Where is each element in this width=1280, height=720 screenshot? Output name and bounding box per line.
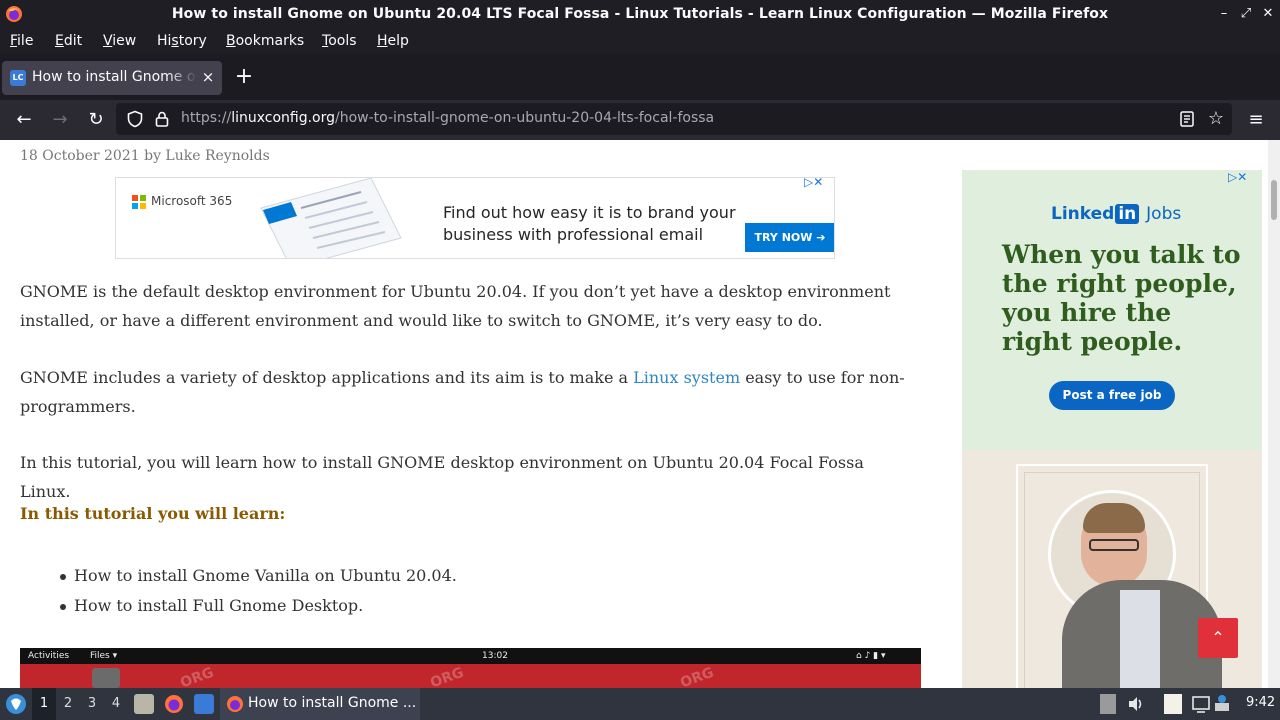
minimize-button[interactable]: – <box>1214 4 1234 24</box>
gnome-activities-label: Activities <box>28 651 70 661</box>
reader-view-icon[interactable] <box>1178 110 1196 128</box>
dock-icon <box>92 668 120 688</box>
list-item: How to install Gnome Vanilla on Ubuntu 2… <box>60 561 457 591</box>
menu-help[interactable]: Help <box>377 33 409 49</box>
tab-active[interactable]: LC How to install Gnome on Ubuntu 20.04 … <box>2 61 222 95</box>
file-manager-launcher-icon[interactable] <box>134 694 154 714</box>
watermark: ORG <box>678 664 716 688</box>
portrait-hair <box>1083 503 1145 533</box>
ad-headline: Find out how easy it is to brand your bu… <box>443 203 736 244</box>
web-page-content: 18 October 2021 by Luke Reynolds Microso… <box>0 140 1268 688</box>
tab-title: How to install Gnome on Ubuntu 20.04 LTS… <box>32 69 197 85</box>
learn-heading: In this tutorial you will learn: <box>20 504 286 523</box>
linux-system-link[interactable]: Linux system <box>633 368 740 387</box>
url-bar[interactable]: https://linuxconfig.org/how-to-install-g… <box>116 103 1232 135</box>
paragraph-tutorial: In this tutorial, you will learn how to … <box>20 453 864 501</box>
taskbar-task-firefox[interactable]: How to install Gnome ... <box>220 688 420 720</box>
adchoices-icon[interactable]: ▷✕ <box>1228 170 1247 184</box>
firefox-icon <box>227 696 243 712</box>
watermark: ORG <box>428 664 466 688</box>
site-favicon-icon: LC <box>10 70 26 86</box>
article-screenshot-image: Activities Files ▾ 13:02 ⌂ ♪ ▮ ▾ ORG ORG… <box>20 648 921 688</box>
workspace-4[interactable]: 4 <box>104 688 128 720</box>
learn-list: How to install Gnome Vanilla on Ubuntu 2… <box>60 561 457 621</box>
window-title: How to install Gnome on Ubuntu 20.04 LTS… <box>171 6 1109 22</box>
firefox-launcher-icon[interactable] <box>164 694 184 714</box>
try-now-button[interactable]: TRY NOW ➔ <box>745 223 834 252</box>
volume-icon[interactable] <box>1126 694 1146 714</box>
window-titlebar: How to install Gnome on Ubuntu 20.04 LTS… <box>0 0 1280 29</box>
network-tray-icon[interactable] <box>1212 694 1232 714</box>
menu-file[interactable]: File <box>10 33 33 49</box>
desktop-launcher-icon[interactable] <box>194 694 214 714</box>
article-byline: 18 October 2021 by Luke Reynolds <box>20 148 270 164</box>
lock-icon[interactable] <box>153 110 171 128</box>
maximize-button[interactable]: ⤢ <box>1236 4 1256 24</box>
workspace-2[interactable]: 2 <box>56 688 80 720</box>
portrait-glasses <box>1089 539 1139 551</box>
app-menu-button[interactable]: ≡ <box>1246 110 1266 130</box>
clipboard-tray-icon[interactable] <box>1100 694 1116 714</box>
new-tab-button[interactable]: + <box>233 66 255 88</box>
gnome-clock: 13:02 <box>482 651 508 661</box>
menubar: File Edit View History Bookmarks Tools H… <box>0 29 1280 54</box>
microsoft-logo-icon <box>132 195 146 209</box>
menu-edit[interactable]: Edit <box>55 33 82 49</box>
display-tray-icon[interactable] <box>1191 694 1211 714</box>
forward-button[interactable]: → <box>48 108 72 132</box>
gnome-tray-icons: ⌂ ♪ ▮ ▾ <box>856 651 886 661</box>
back-button[interactable]: ← <box>12 108 36 132</box>
email-app-mockup-image <box>260 178 402 258</box>
linkedin-jobs-logo: Linked in Jobs <box>1051 204 1182 224</box>
gnome-topbar: Activities Files ▾ 13:02 ⌂ ♪ ▮ ▾ <box>20 648 921 664</box>
menu-tools[interactable]: Tools <box>322 33 357 49</box>
url-text[interactable]: https://linuxconfig.org/how-to-install-g… <box>181 110 714 126</box>
menu-history[interactable]: History <box>157 33 207 49</box>
notes-tray-icon[interactable] <box>1164 694 1182 714</box>
paragraph-gnome-apps: GNOME includes a variety of desktop appl… <box>20 368 905 416</box>
workspace-1[interactable]: 1 <box>32 688 56 720</box>
close-window-button[interactable]: ✕ <box>1258 4 1278 24</box>
adchoices-icon[interactable]: ▷✕ <box>804 178 823 189</box>
page-scrollbar[interactable] <box>1268 140 1280 688</box>
task-label: How to install Gnome ... <box>248 695 417 711</box>
post-free-job-button[interactable]: Post a free job <box>1049 381 1175 410</box>
menu-bookmarks[interactable]: Bookmarks <box>226 33 304 49</box>
reload-button[interactable]: ↻ <box>84 108 108 132</box>
tab-close-button[interactable]: × <box>200 68 216 86</box>
paragraph-intro: GNOME is the default desktop environment… <box>20 282 891 330</box>
list-item: How to install Full Gnome Desktop. <box>60 591 457 621</box>
menu-view[interactable]: View <box>103 33 136 49</box>
tracking-protection-shield-icon[interactable] <box>126 110 144 128</box>
start-menu-icon[interactable] <box>5 693 27 715</box>
bookmark-star-icon[interactable]: ☆ <box>1206 109 1226 129</box>
desktop-taskbar: 1 2 3 4 How to install Gnome ... 9:42 <box>0 688 1280 720</box>
scrollbar-thumb[interactable] <box>1271 180 1277 220</box>
microsoft-365-ad-banner[interactable]: Microsoft 365 Find out how easy it is to… <box>115 177 835 259</box>
linkedin-jobs-ad[interactable]: Linked in Jobs When you talk to the right… <box>962 170 1262 688</box>
workspace-3[interactable]: 3 <box>80 688 104 720</box>
watermark: ORG <box>178 664 216 688</box>
scroll-to-top-button[interactable]: ⌃ <box>1198 618 1238 658</box>
ad-slogan: When you talk to the right people, you h… <box>1002 240 1241 356</box>
portrait-shirt <box>1120 590 1160 688</box>
gnome-files-menu: Files ▾ <box>90 651 118 661</box>
taskbar-clock: 9:42 <box>1246 695 1276 710</box>
ad-brand-label: Microsoft 365 <box>151 194 233 208</box>
